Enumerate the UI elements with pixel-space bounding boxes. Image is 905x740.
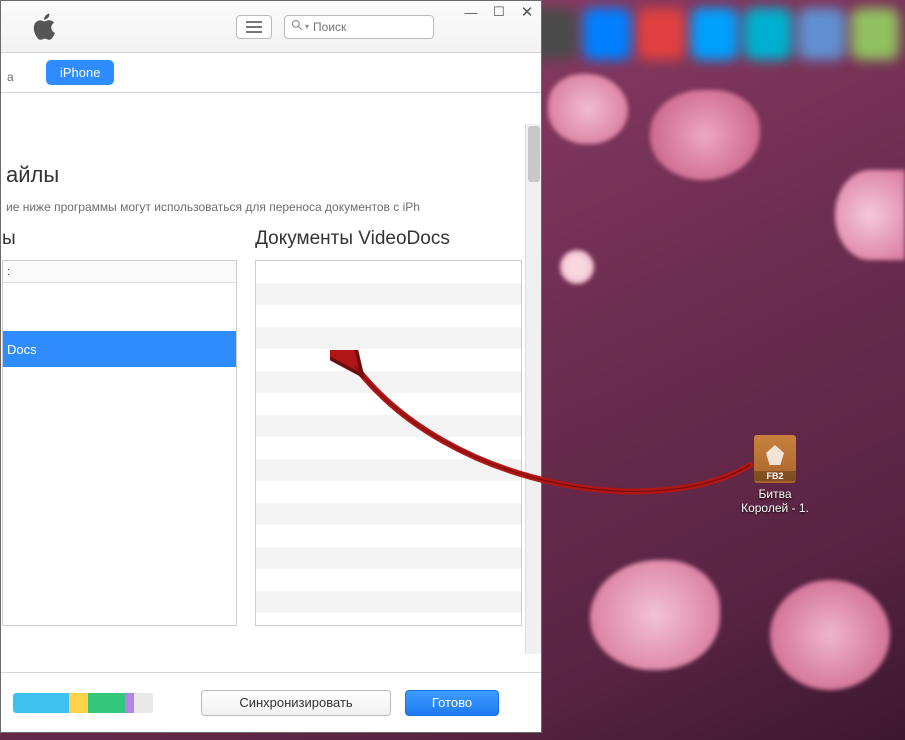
done-button[interactable]: Готово (405, 690, 499, 716)
file-type-badge: FB2 (754, 471, 796, 481)
app-name-label: Docs (7, 342, 37, 357)
iphone-tab[interactable]: iPhone (46, 60, 114, 85)
apps-panel-title-partial: ы (2, 228, 237, 260)
chevron-down-icon: ▾ (305, 22, 309, 31)
decor-blossom (548, 74, 628, 144)
list-icon (246, 26, 262, 28)
minimize-button[interactable]: — (457, 1, 485, 23)
decor-blossom (770, 580, 890, 690)
capacity-bar (13, 693, 153, 713)
decor-blossom (590, 560, 720, 670)
documents-panel-title: Документы VideoDocs (255, 228, 522, 260)
desktop-file[interactable]: FB2 Битва Королей - 1. (725, 435, 825, 515)
close-button[interactable]: ✕ (513, 1, 541, 23)
maximize-button[interactable]: ☐ (485, 1, 513, 23)
page-subtitle-partial: ие ниже программы могут использоваться д… (6, 200, 522, 214)
decor-blossom (560, 250, 594, 284)
titlebar: ▾ — ☐ ✕ (1, 1, 541, 53)
bottom-bar: Синхронизировать Готово (1, 672, 541, 732)
search-icon (291, 18, 303, 36)
documents-list[interactable] (255, 260, 522, 626)
breadcrumb-partial: а (7, 70, 14, 84)
page-title-partial: айлы (6, 162, 522, 188)
fb2-file-icon: FB2 (754, 435, 796, 483)
scrollbar-thumb[interactable] (528, 126, 540, 182)
file-name-label: Битва Королей - 1. (725, 487, 825, 515)
apps-list[interactable]: : Docs (2, 260, 237, 626)
itunes-window: ▾ — ☐ ✕ а iPhone айлы ие ниже программы … (0, 0, 542, 733)
app-row-selected[interactable]: Docs (3, 331, 236, 367)
sync-button[interactable]: Синхронизировать (201, 690, 391, 716)
decor-blossom (835, 170, 905, 260)
search-field[interactable]: ▾ (284, 15, 434, 39)
search-input[interactable] (313, 20, 413, 34)
vertical-scrollbar[interactable] (525, 124, 541, 654)
apps-column-header-partial: : (3, 261, 236, 283)
apple-logo-icon[interactable] (29, 11, 61, 43)
device-tab-row: iPhone (1, 53, 541, 93)
view-list-button[interactable] (236, 15, 272, 39)
